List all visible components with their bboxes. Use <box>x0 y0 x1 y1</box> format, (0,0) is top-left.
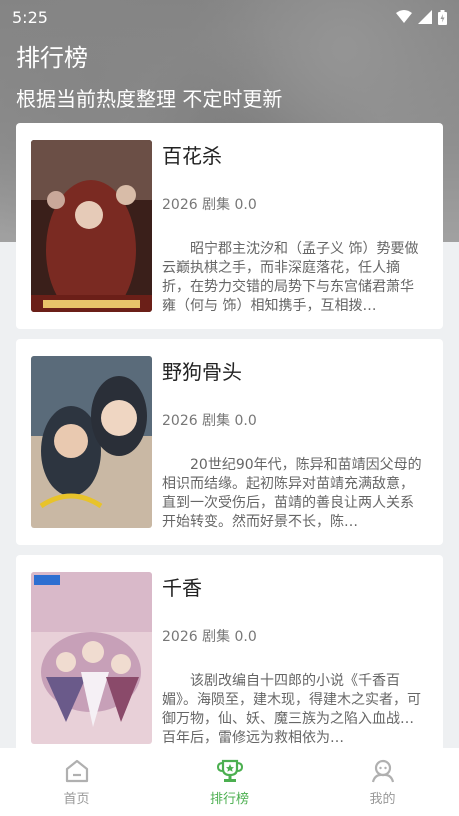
card-description: 该剧改编自十四郎的小说《千香百媚》。海陨至，建木现，得建木之实者，可御万物，仙、… <box>162 673 421 746</box>
ranking-card[interactable]: 千香 2026 剧集 0.0 该剧改编自十四郎的小说《千香百媚》。海陨至，建木现… <box>16 555 443 761</box>
tab-profile[interactable]: 我的 <box>306 748 459 816</box>
poster-image <box>31 572 152 744</box>
card-description: 20世纪90年代，陈异和苗靖因父母的相识而结缘。起初陈异对苗靖充满敌意，直到一次… <box>162 457 422 530</box>
tab-home[interactable]: 首页 <box>0 748 153 816</box>
card-meta: 2026 剧集 0.0 <box>162 629 257 645</box>
card-title: 野狗骨头 <box>162 360 242 384</box>
tab-label: 排行榜 <box>209 791 249 807</box>
battery-icon <box>438 9 447 25</box>
tab-label: 首页 <box>63 791 90 807</box>
tab-label: 我的 <box>369 791 396 807</box>
ranking-list: 百花杀 2026 剧集 0.0 昭宁郡主沈汐和（孟子义 饰）势要做云巅执棋之手，… <box>16 123 443 771</box>
card-title: 百花杀 <box>162 144 222 168</box>
signal-icon <box>418 10 432 24</box>
user-icon <box>371 759 394 782</box>
tab-ranking[interactable]: 排行榜 <box>153 748 306 816</box>
wifi-icon <box>396 10 412 23</box>
page-title: 排行榜 <box>16 44 88 72</box>
home-icon <box>65 759 88 782</box>
ranking-card[interactable]: 野狗骨头 2026 剧集 0.0 20世纪90年代，陈异和苗靖因父母的相识而结缘… <box>16 339 443 545</box>
card-description: 昭宁郡主沈汐和（孟子义 饰）势要做云巅执棋之手，而非深庭落花，任人摘折，在势力交… <box>162 241 419 314</box>
poster-image <box>31 356 152 528</box>
status-time: 5:25 <box>12 7 48 27</box>
page-subtitle: 根据当前热度整理 不定时更新 <box>16 87 283 111</box>
status-bar: 5:25 <box>0 0 459 34</box>
card-meta: 2026 剧集 0.0 <box>162 197 257 213</box>
ranking-card[interactable]: 百花杀 2026 剧集 0.0 昭宁郡主沈汐和（孟子义 饰）势要做云巅执棋之手，… <box>16 123 443 329</box>
trophy-icon <box>216 759 243 782</box>
card-title: 千香 <box>162 576 202 600</box>
poster-image <box>31 140 152 312</box>
bottom-tab-bar: 首页 排行榜 我的 <box>0 748 459 816</box>
card-meta: 2026 剧集 0.0 <box>162 413 257 429</box>
status-icons <box>396 9 447 25</box>
